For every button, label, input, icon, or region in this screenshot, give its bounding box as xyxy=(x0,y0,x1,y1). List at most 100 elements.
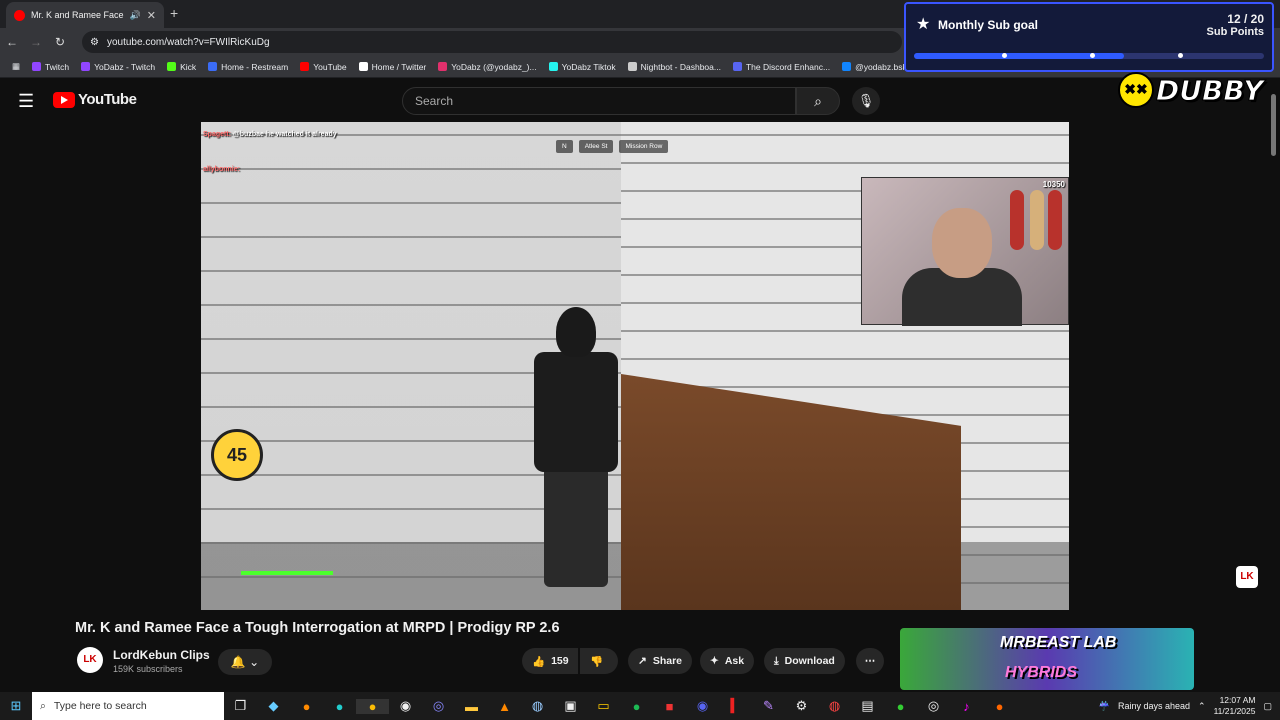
bluesky-icon xyxy=(842,62,852,71)
app-icon[interactable]: ▤ xyxy=(851,698,884,714)
obs-icon[interactable]: ◉ xyxy=(389,698,422,714)
microphone-icon: 🎙 xyxy=(857,93,875,108)
share-button[interactable]: ↗ Share xyxy=(628,648,692,674)
weather-icon[interactable]: ☔ xyxy=(1099,701,1110,712)
bookmark-label: YoDabz - Twitch xyxy=(94,61,156,72)
download-button[interactable]: ⤓ Download xyxy=(764,648,845,674)
back-icon[interactable]: ← xyxy=(0,35,24,49)
tiktok-icon xyxy=(548,62,558,71)
bookmark-item[interactable]: Home - Restream xyxy=(202,62,294,72)
viewer-count: 10350 xyxy=(1042,180,1065,189)
bookmark-item[interactable]: YoDabz (@yodabz_)... xyxy=(432,62,542,72)
copilot-icon[interactable]: ◆ xyxy=(257,698,290,714)
character-head xyxy=(556,307,596,357)
bookmark-item[interactable]: YoDabz - Twitch xyxy=(75,62,161,72)
firefox-icon[interactable]: ● xyxy=(290,699,323,714)
milestone-dot xyxy=(1002,53,1007,58)
app-icon[interactable]: ▍ xyxy=(719,698,752,714)
notifications-button[interactable]: 🔔 ⌄ xyxy=(218,649,272,675)
bookmark-item[interactable]: Twitch xyxy=(26,62,75,72)
file-explorer-icon[interactable]: ▬ xyxy=(455,699,488,714)
youtube-logo[interactable]: YouTube xyxy=(53,91,137,108)
share-label: Share xyxy=(652,655,682,667)
ad-banner[interactable]: MRBEAST LAB HYBRIDS xyxy=(900,628,1194,690)
twitch-icon xyxy=(32,62,42,71)
apps-icon[interactable]: ▦ xyxy=(6,61,26,72)
dislike-button[interactable]: 👎 xyxy=(580,648,618,674)
milestone-dot xyxy=(1090,53,1095,58)
bookmark-item[interactable]: YoDabz Tiktok xyxy=(543,62,622,72)
thumbs-up-icon: 👍 xyxy=(532,655,546,668)
hud-street: Atlee St xyxy=(578,140,614,153)
bookmark-item[interactable]: Home / Twitter xyxy=(353,62,433,72)
notifications-icon[interactable]: ▢ xyxy=(1263,701,1272,712)
discord-icon xyxy=(732,62,742,71)
channel-watermark-icon[interactable]: LK xyxy=(1236,566,1258,588)
star-icon: ★ xyxy=(916,16,931,33)
windows-start-icon[interactable]: ⊞ xyxy=(0,698,32,714)
app-icon[interactable]: ■ xyxy=(653,699,686,714)
bookmark-label: Kick xyxy=(180,61,197,72)
bookmark-item[interactable]: The Discord Enhanc... xyxy=(727,62,836,72)
new-tab-button[interactable]: + xyxy=(170,5,178,21)
search-input[interactable]: Search xyxy=(402,87,796,115)
app-icon[interactable]: ◎ xyxy=(917,698,950,714)
system-tray: ☔ Rainy days ahead ⌃ 12:07 AM 11/21/2025… xyxy=(1099,692,1280,720)
bookmark-item[interactable]: Kick xyxy=(161,62,202,72)
close-tab-icon[interactable]: ✕ xyxy=(147,9,156,22)
video-title: Mr. K and Ramee Face a Tough Interrogati… xyxy=(75,620,560,636)
epic-games-icon[interactable]: ▣ xyxy=(554,698,587,714)
site-info-icon[interactable]: ⚙ xyxy=(90,37,99,48)
ask-button[interactable]: ✦ Ask xyxy=(700,648,755,674)
skateboard-deck xyxy=(1030,190,1044,250)
tiktok-icon[interactable]: ♪ xyxy=(950,699,983,714)
audio-icon[interactable]: 🔊 xyxy=(130,10,141,21)
app-icon[interactable]: ● xyxy=(983,699,1016,714)
clock[interactable]: 12:07 AM 11/21/2025 xyxy=(1214,695,1256,717)
app-icon[interactable]: ◎ xyxy=(422,698,455,714)
skateboard-deck xyxy=(1010,190,1024,250)
bookmark-label: Home / Twitter xyxy=(371,61,427,72)
hud-compass: N xyxy=(556,140,573,153)
channel-avatar[interactable]: LK xyxy=(77,647,103,673)
chevron-up-icon[interactable]: ⌃ xyxy=(1198,701,1206,712)
app-icon[interactable]: ✎ xyxy=(752,698,785,714)
address-bar[interactable]: ⚙ youtube.com/watch?v=FWIlRicKuDg xyxy=(82,31,902,53)
reload-icon[interactable]: ↻ xyxy=(48,35,72,49)
channel-name[interactable]: LordKebun Clips xyxy=(113,648,210,662)
search-button[interactable]: ⌕ xyxy=(796,87,840,115)
taskbar-search-input[interactable]: ⌕ Type here to search xyxy=(32,692,224,720)
scrollbar-thumb[interactable] xyxy=(1271,94,1276,156)
forward-icon[interactable]: → xyxy=(24,35,48,49)
youtube-play-icon xyxy=(53,91,75,108)
chrome-icon[interactable]: ● xyxy=(356,698,389,714)
more-actions-button[interactable]: ⋯ xyxy=(856,648,884,674)
app-icon[interactable]: ◍ xyxy=(818,698,851,714)
weather-text[interactable]: Rainy days ahead xyxy=(1118,701,1190,711)
download-icon: ⤓ xyxy=(774,654,779,667)
app-icon[interactable]: ▲ xyxy=(488,699,521,714)
app-icon[interactable]: ▭ xyxy=(587,698,620,714)
browser-tab[interactable]: Mr. K and Ramee Face a To 🔊 ✕ xyxy=(6,2,164,28)
bookmark-item[interactable]: Nightbot - Dashboa... xyxy=(622,62,727,72)
download-label: Download xyxy=(784,655,835,667)
level-badge: 45 xyxy=(211,429,263,481)
settings-icon[interactable]: ⚙ xyxy=(785,698,818,714)
spotify-icon[interactable]: ● xyxy=(620,699,653,714)
menu-icon[interactable]: ☰ xyxy=(18,91,34,112)
like-button[interactable]: 👍 159 xyxy=(522,648,578,674)
video-player[interactable]: Spagett: @buzbae he watched it already a… xyxy=(201,122,1069,610)
bookmark-item[interactable]: YouTube xyxy=(294,62,352,72)
page-scrollbar[interactable] xyxy=(1270,82,1278,692)
xbox-icon[interactable]: ● xyxy=(884,699,917,714)
subscriber-count: 159K subscribers xyxy=(113,664,183,674)
steam-icon[interactable]: ◍ xyxy=(521,698,554,714)
bookmark-label: Twitch xyxy=(45,61,70,72)
youtube-wordmark: YouTube xyxy=(78,91,137,108)
dubby-wordmark: DUBBY xyxy=(1155,73,1264,107)
task-view-icon[interactable]: ❐ xyxy=(224,698,257,714)
voice-search-button[interactable]: 🎙 xyxy=(852,87,880,115)
kick-icon xyxy=(167,62,177,71)
discord-icon[interactable]: ◉ xyxy=(686,698,719,714)
edge-icon[interactable]: ● xyxy=(323,699,356,714)
